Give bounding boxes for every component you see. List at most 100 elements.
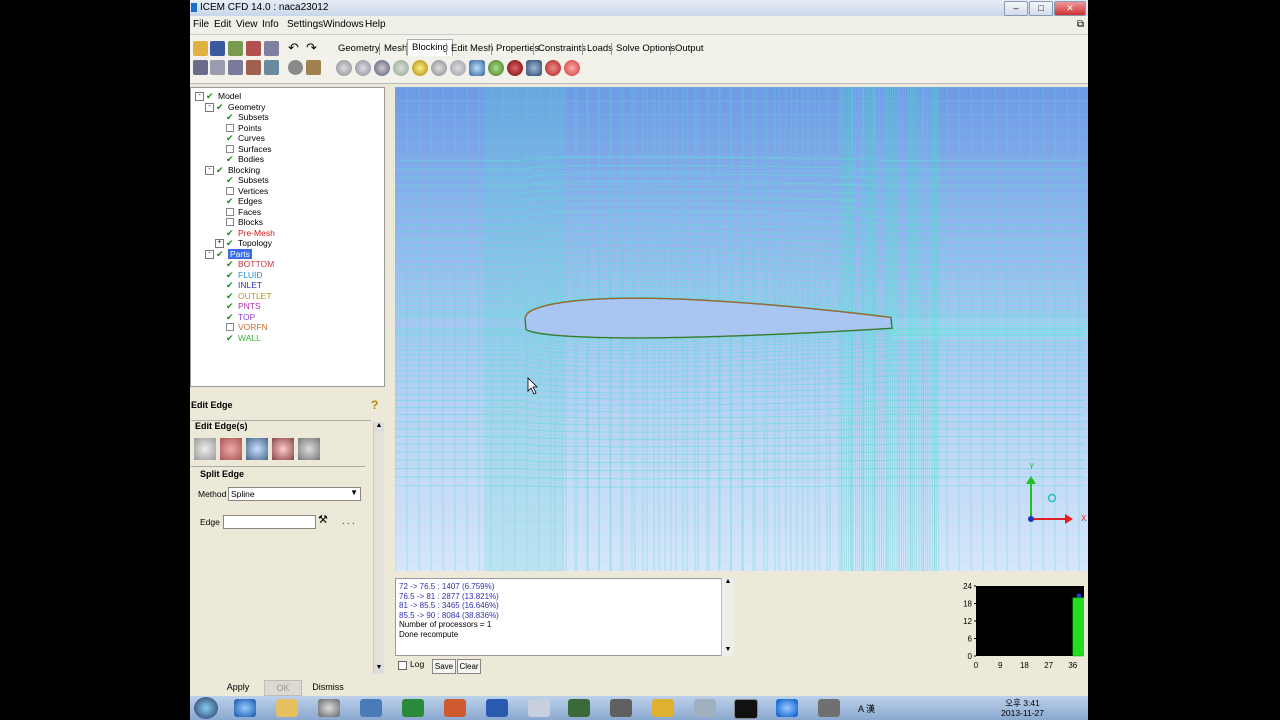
tree-checkbox[interactable]: ✔	[216, 249, 224, 258]
log-checkbox[interactable]	[398, 661, 407, 670]
menu-windows[interactable]: Windows	[323, 19, 364, 30]
zoom-icon[interactable]	[210, 60, 225, 75]
tree-checkbox[interactable]: ✔	[226, 176, 234, 185]
tab-edit-mesh[interactable]: Edit Mesh	[447, 41, 497, 57]
tab-output[interactable]: Output	[671, 41, 708, 57]
more-button[interactable]: . . .	[342, 516, 355, 526]
pre-mesh-params-icon[interactable]	[488, 60, 504, 76]
tree-checkbox[interactable]: ✔	[216, 165, 224, 174]
change-edge-icon[interactable]	[298, 438, 320, 460]
ie-icon[interactable]	[234, 699, 256, 717]
tree-checkbox[interactable]: ✔	[226, 228, 234, 237]
panel-scrollbar[interactable]: ▲ ▼	[373, 422, 384, 674]
dismiss-button[interactable]: Dismiss	[308, 680, 348, 694]
app-icon-4[interactable]	[694, 699, 716, 717]
fit-window-icon[interactable]	[193, 60, 208, 75]
icem-taskbar-icon[interactable]	[776, 699, 798, 717]
mesh-canvas[interactable]: YX	[395, 87, 1088, 571]
ok-button[interactable]: OK	[264, 680, 302, 696]
tree-node-inlet[interactable]: INLET	[238, 280, 262, 290]
tree-checkbox[interactable]	[226, 218, 234, 226]
tree-node-geometry[interactable]: Geometry	[228, 102, 265, 112]
tree-checkbox[interactable]: ✔	[226, 312, 234, 321]
tree-node-edges[interactable]: Edges	[238, 196, 262, 206]
tree-node-topology[interactable]: Topology	[238, 238, 272, 248]
graphics-viewport[interactable]: YX	[395, 87, 1088, 571]
tree-checkbox[interactable]: ✔	[226, 333, 234, 342]
tray-ime[interactable]: A 漢	[858, 702, 875, 715]
menu-help[interactable]: Help	[365, 19, 386, 30]
tree-node-fluid[interactable]: FLUID	[238, 270, 263, 280]
tree-checkbox[interactable]: ✔	[216, 102, 224, 111]
tree-checkbox[interactable]	[226, 123, 234, 132]
tree-checkbox[interactable]: ✔	[226, 134, 234, 143]
open-icon[interactable]	[193, 41, 208, 56]
tree-node-outlet[interactable]: OUTLET	[238, 291, 272, 301]
tree-checkbox[interactable]: ✔	[226, 197, 234, 206]
quality-histogram[interactable]: 0612182409182736455463728190AngleMin 38.…	[764, 578, 1088, 678]
tree-checkbox[interactable]	[226, 144, 234, 153]
excel-icon[interactable]	[402, 699, 424, 717]
create-block-icon[interactable]	[336, 60, 352, 76]
tree-node-bottom[interactable]: BOTTOM	[238, 259, 274, 269]
measure-icon[interactable]	[228, 60, 243, 75]
edit-edge-icon[interactable]	[469, 60, 485, 76]
blocking-open-icon[interactable]	[264, 41, 279, 56]
select-edge-icon[interactable]: ⚒	[318, 513, 328, 526]
tree-checkbox[interactable]: ✔	[226, 260, 234, 269]
start-button[interactable]	[194, 697, 218, 719]
tree-node-bodies[interactable]: Bodies	[238, 154, 264, 164]
system-clock[interactable]: 오후 3:41 2013-11-27	[1001, 698, 1044, 718]
associate-icon[interactable]	[412, 60, 428, 76]
tree-checkbox[interactable]	[226, 186, 234, 195]
help-icon[interactable]: ?	[371, 398, 378, 412]
menu-edit[interactable]: Edit	[214, 19, 231, 30]
tree-node-pre-mesh[interactable]: Pre-Mesh	[238, 228, 275, 238]
link-edge-icon[interactable]	[246, 438, 268, 460]
tree-node-subsets[interactable]: Subsets	[238, 175, 269, 185]
tree-checkbox[interactable]: ✔	[226, 281, 234, 290]
tab-geometry[interactable]: Geometry	[334, 41, 384, 57]
unlink-edge-icon[interactable]	[272, 438, 294, 460]
pre-mesh-smooth-icon[interactable]	[526, 60, 542, 76]
save-icon[interactable]	[210, 41, 225, 56]
tree-node-parts[interactable]: Parts	[228, 248, 252, 259]
tree-node-vertices[interactable]: Vertices	[238, 186, 268, 196]
monitor-icon[interactable]	[568, 699, 590, 717]
tree-checkbox[interactable]	[226, 323, 234, 331]
method-select[interactable]: Spline ▼	[228, 487, 361, 501]
app-icon-1[interactable]	[360, 699, 382, 717]
edit-block-icon[interactable]	[393, 60, 409, 76]
apply-button[interactable]: Apply	[220, 680, 256, 694]
app-icon-2[interactable]	[610, 699, 632, 717]
media-icon[interactable]	[318, 699, 340, 717]
app-icon-5[interactable]	[818, 699, 840, 717]
tree-node-blocking[interactable]: Blocking	[228, 165, 260, 175]
transform-icon[interactable]	[288, 60, 303, 75]
tree-expander-icon[interactable]: -	[205, 165, 214, 175]
powerpoint-icon[interactable]	[444, 699, 466, 717]
message-scrollbar[interactable]: ▲ ▼	[721, 578, 734, 656]
tree-checkbox[interactable]	[226, 207, 234, 216]
mesh-open-icon[interactable]	[246, 41, 261, 56]
move-vertex-icon[interactable]	[431, 60, 447, 76]
tree-node-subsets[interactable]: Subsets	[238, 112, 269, 122]
explorer-icon[interactable]	[276, 699, 298, 717]
tree-expander-icon[interactable]: +	[215, 239, 224, 248]
split-block-icon[interactable]	[355, 60, 371, 76]
tree-node-curves[interactable]: Curves	[238, 133, 265, 143]
menu-view[interactable]: View	[236, 19, 258, 30]
block-checks-icon[interactable]	[545, 60, 561, 76]
close-button[interactable]: ✕	[1054, 1, 1086, 16]
word-icon[interactable]	[486, 699, 508, 717]
transform-blocks-icon[interactable]	[450, 60, 466, 76]
merge-vertices-icon[interactable]	[374, 60, 390, 76]
tree-node-vorfn[interactable]: VORFN	[238, 322, 268, 332]
restore-icon[interactable]: ⧉	[1077, 19, 1084, 30]
tree-node-surfaces[interactable]: Surfaces	[238, 144, 272, 154]
menu-settings[interactable]: Settings	[287, 19, 323, 30]
shade-icon[interactable]	[306, 60, 321, 75]
pre-mesh-quality-icon[interactable]	[507, 60, 523, 76]
edge-input[interactable]	[223, 515, 316, 529]
tree-node-pnts[interactable]: PNTS	[238, 301, 261, 311]
